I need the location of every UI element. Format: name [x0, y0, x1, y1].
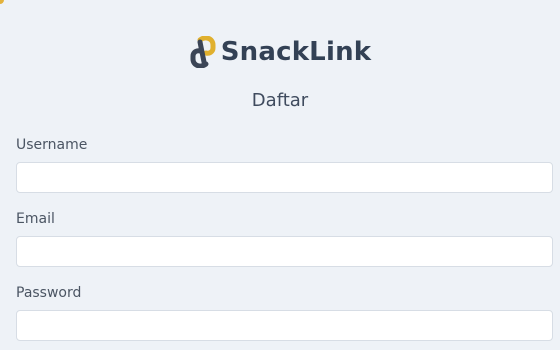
- username-input[interactable]: [16, 162, 553, 193]
- signup-panel: SnackLink Daftar Username Email Password: [0, 0, 560, 350]
- page-title: Daftar: [251, 90, 309, 111]
- brand-name: SnackLink: [220, 37, 372, 67]
- password-label: Password: [16, 285, 82, 301]
- chain-link-icon: [189, 35, 217, 69]
- username-label: Username: [16, 137, 88, 153]
- email-label: Email: [16, 211, 55, 227]
- brand-logo: SnackLink: [0, 35, 560, 69]
- email-input[interactable]: [16, 236, 553, 267]
- password-input[interactable]: [16, 310, 553, 341]
